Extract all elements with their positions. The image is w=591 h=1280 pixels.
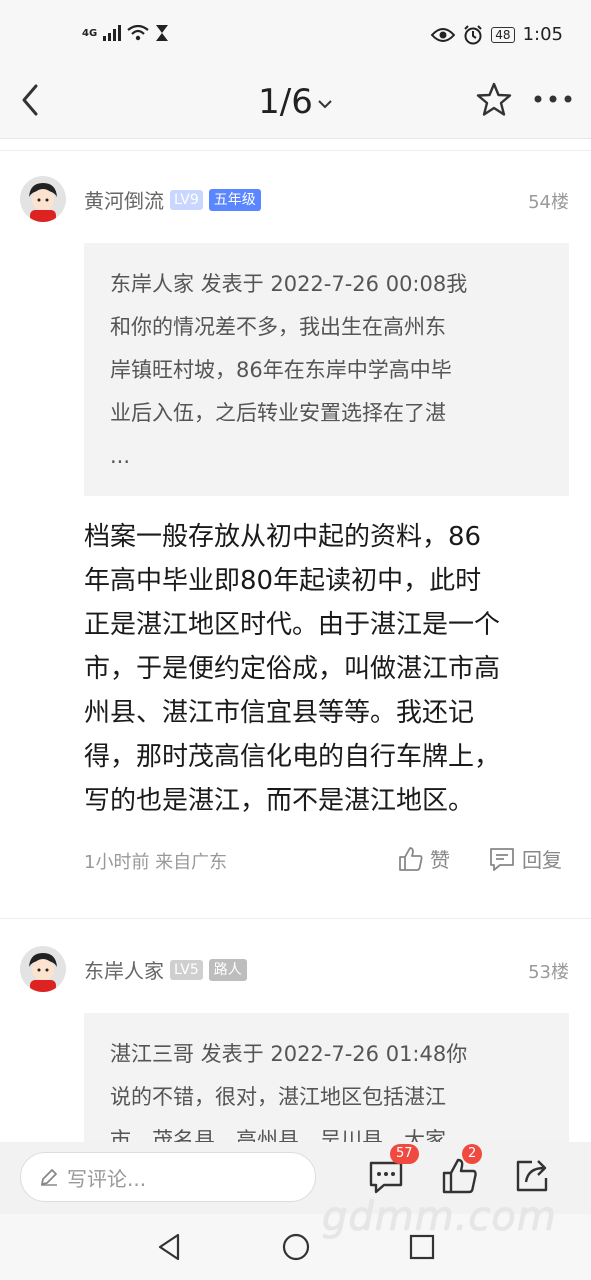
quote-line: 市、茂名县、高州县、吴川县、大家 [110,1128,446,1142]
post-content: 档案一般存放从初中起的资料，86 年高中毕业即80年起读初中，此时 正是湛江地区… [84,515,556,823]
wifi-icon [127,25,149,41]
watermark: gdmm.com [322,1194,557,1240]
author-name[interactable]: 东岸人家 [84,955,164,984]
avatar-image [20,946,66,992]
thumbs-up-icon [399,846,423,871]
like-button[interactable]: 赞 [398,844,450,873]
content-line: 写的也是湛江，而不是湛江地区。 [84,786,475,816]
quote-line: ... [110,444,131,468]
clock: 1:05 [522,24,563,45]
like-label: 赞 [430,848,450,872]
content-line: 市，于是便约定俗成，叫做湛江市高 [84,654,501,684]
pencil-icon [41,1169,57,1186]
signal-icon [103,25,122,41]
post-meta: 1小时前 来自广东 [84,852,228,873]
share-button[interactable] [512,1156,552,1196]
reply-label: 回复 [522,848,562,872]
quote-line: 说的不错，很对，湛江地区包括湛江 [110,1085,446,1109]
eye-icon [431,27,456,42]
alarm-icon [464,24,483,44]
network-label: 4G [82,27,98,39]
author-line: 东岸人家 LV5 路人 [84,955,247,984]
page-indicator-label: 1/6 [258,82,313,122]
quote-line: 业后入伍，之后转业安置选择在了湛 [110,401,446,425]
avatar-image [20,176,66,222]
comment-count-badge: 57 [390,1144,419,1164]
comment-icon [490,847,514,871]
share-icon [516,1160,548,1192]
quote-line: 岸镇旺村坡，86年在东岸中学高中毕 [110,358,452,382]
comment-input[interactable]: 写评论... [20,1152,316,1202]
favorite-star-icon[interactable] [474,80,514,120]
author-name[interactable]: 黄河倒流 [84,185,164,214]
grade-badge: 路人 [208,958,247,981]
avatar[interactable] [20,946,66,992]
level-badge: LV5 [170,959,203,980]
quoted-post[interactable]: 东岸人家 发表于 2022-7-26 00:08我 和你的情况差不多，我出生在高… [84,243,569,496]
author-line: 黄河倒流 LV9 五年级 [84,185,261,214]
content-line: 年高中毕业即80年起读初中，此时 [84,566,482,596]
more-options-icon[interactable] [532,84,574,114]
status-bar: 4G 48 1:05 [0,0,591,62]
grade-badge: 五年级 [208,188,261,211]
level-badge: LV9 [170,189,203,210]
content-line: 档案一般存放从初中起的资料，86 [84,522,482,552]
floor-number: 54楼 [528,192,569,213]
floor-number: 53楼 [528,962,569,983]
quote-line: 东岸人家 发表于 2022-7-26 00:08我 [110,272,468,296]
quoted-post[interactable]: 湛江三哥 发表于 2022-7-26 01:48你 说的不错，很对，湛江地区包括… [84,1013,569,1142]
chevron-down-icon [318,99,332,108]
top-nav-bar: 1/6 [0,62,591,139]
avatar[interactable] [20,176,66,222]
quote-line: 和你的情况差不多，我出生在高州东 [110,315,446,339]
quote-line: 湛江三哥 发表于 2022-7-26 01:48你 [110,1042,468,1066]
reply-button[interactable]: 回复 [488,844,562,873]
nav-home-icon[interactable] [281,1232,311,1262]
content-line: 正是湛江地区时代。由于湛江是一个 [84,610,501,640]
hourglass-icon [156,25,169,41]
content-line: 州县、湛江市信宜县等等。我还记 [84,698,475,728]
battery-indicator: 48 [491,26,515,43]
comment-placeholder: 写评论... [67,1166,147,1191]
header-divider [0,150,591,151]
like-total-button[interactable]: 2 [440,1144,483,1196]
nav-back-icon[interactable] [156,1232,182,1262]
content-line: 得，那时茂高信化电的自行车牌上， [84,742,501,772]
post-separator [0,918,591,919]
comments-button[interactable]: 57 [366,1144,419,1196]
